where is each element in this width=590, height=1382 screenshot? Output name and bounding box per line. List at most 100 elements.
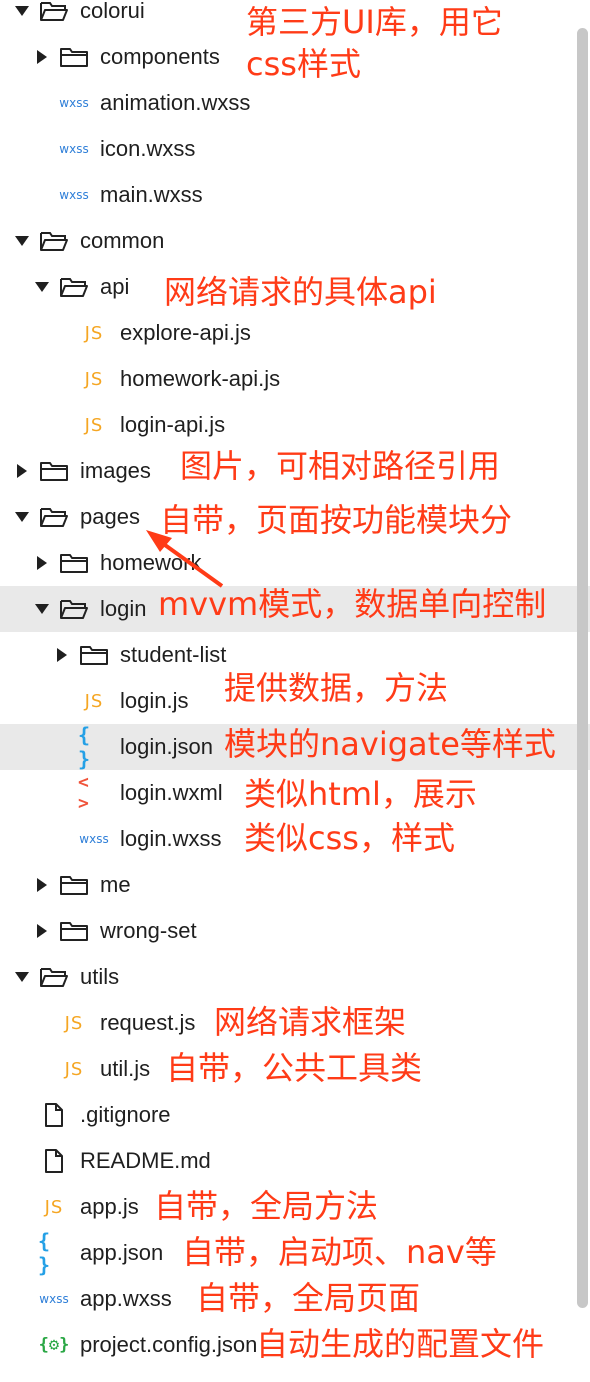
tree-item-label: wrong-set [100,918,197,943]
annotation-note: 类似html，展示 [244,775,477,813]
tree-item-label: request.js [100,1010,196,1035]
folder-open-icon [38,965,70,989]
tree-row-gitignore[interactable]: .gitignore [0,1092,590,1138]
folder-icon [78,643,110,667]
tree-item-label: app.wxss [80,1286,172,1311]
tree-item-label: api [100,274,130,299]
tree-item-label: login-api.js [120,412,226,437]
tree-item-label: components [100,44,220,69]
tree-row-wrong-set[interactable]: wrong-set [0,908,590,954]
chevron-right-icon[interactable] [52,645,72,665]
twisty-placeholder [52,415,72,435]
wxss-file-icon: wxss [39,1292,69,1306]
js-file-icon: JS [64,1058,84,1080]
wxss-file-icon: wxss [59,188,89,202]
tree-row-icon-wxss[interactable]: wxss icon.wxss [0,126,590,172]
tree-row-homework[interactable]: homework [0,540,590,586]
twisty-placeholder [52,829,72,849]
tree-row-utils[interactable]: utils [0,954,590,1000]
annotation-note: 类似css，样式 [244,819,455,857]
json-file-icon: { } [78,723,93,771]
tree-item-label: project.config.json [80,1332,258,1357]
folder-icon [38,459,70,483]
chevron-right-icon[interactable] [32,47,52,67]
scrollbar-thumb[interactable] [577,28,588,1308]
annotation-note: 自带，全局页面 [196,1279,421,1317]
wxss-file-icon: wxss [59,142,89,156]
js-file-icon: JS [84,690,104,712]
tree-item-label: icon.wxss [100,136,196,161]
tree-item-label: README.md [80,1148,211,1173]
folder-open-icon [58,275,90,299]
folder-open-icon [38,229,70,253]
tree-row-explore-api-js[interactable]: JS explore-api.js [0,310,590,356]
twisty-placeholder [32,93,52,113]
twisty-placeholder [52,737,72,757]
tree-item-label: utils [80,964,120,989]
js-file-icon: JS [64,1012,84,1034]
annotation-note: 自带，页面按功能模块分 [160,501,513,539]
js-file-icon: JS [44,1196,64,1218]
tree-item-label: images [80,458,151,483]
chevron-right-icon[interactable] [32,875,52,895]
js-file-icon: JS [84,414,104,436]
tree-item-label: animation.wxss [100,90,251,115]
annotation-note: 自带，启动项、nav等 [182,1233,497,1271]
annotation-note: 模块的navigate等样式 [224,725,556,763]
chevron-down-icon[interactable] [12,231,32,251]
chevron-down-icon[interactable] [32,277,52,297]
tree-item-label: login.wxss [120,826,222,851]
tree-row-login-api-js[interactable]: JS login-api.js [0,402,590,448]
file-icon [38,1103,70,1127]
tree-row-readme-md[interactable]: README.md [0,1138,590,1184]
chevron-down-icon[interactable] [32,599,52,619]
folder-icon [58,551,90,575]
annotation-note: 图片，可相对路径引用 [180,447,501,485]
twisty-placeholder [12,1335,32,1355]
twisty-placeholder [32,139,52,159]
twisty-placeholder [12,1105,32,1125]
file-icon [38,1149,70,1173]
tree-item-label: util.js [100,1056,151,1081]
twisty-placeholder [32,1013,52,1033]
tree-item-label: login.js [120,688,189,713]
twisty-placeholder [12,1243,32,1263]
annotation-note: mvvm模式，数据单向控制 [158,585,547,623]
tree-row-common[interactable]: common [0,218,590,264]
chevron-right-icon[interactable] [32,921,52,941]
chevron-down-icon[interactable] [12,1,32,21]
annotation-note: 自动生成的配置文件 [256,1325,545,1363]
folder-open-icon [38,505,70,529]
tree-item-label: login [100,596,147,621]
wxss-file-icon: wxss [79,832,109,846]
annotation-note: css样式 [246,45,361,83]
chevron-down-icon[interactable] [12,967,32,987]
annotation-note: 第三方UI库，用它 [246,3,503,41]
config-file-icon: {⚙} [38,1335,70,1355]
chevron-right-icon[interactable] [32,553,52,573]
twisty-placeholder [52,323,72,343]
tree-row-me[interactable]: me [0,862,590,908]
chevron-down-icon[interactable] [12,507,32,527]
twisty-placeholder [32,1059,52,1079]
tree-row-animation-wxss[interactable]: wxss animation.wxss [0,80,590,126]
tree-item-label: login.wxml [120,780,223,805]
annotation-note: 提供数据，方法 [224,669,449,707]
vertical-scrollbar[interactable] [574,28,590,1308]
annotation-note: 网络请求框架 [214,1003,407,1041]
tree-item-label: pages [80,504,140,529]
tree-item-label: explore-api.js [120,320,251,345]
twisty-placeholder [32,185,52,205]
tree-row-homework-api-js[interactable]: JS homework-api.js [0,356,590,402]
folder-icon [58,873,90,897]
annotation-note: 网络请求的具体api [164,273,437,311]
chevron-right-icon[interactable] [12,461,32,481]
wxss-file-icon: wxss [59,96,89,110]
twisty-placeholder [52,691,72,711]
tree-item-label: app.json [80,1240,164,1265]
tree-row-main-wxss[interactable]: wxss main.wxss [0,172,590,218]
annotation-note: 自带，公共工具类 [166,1049,423,1087]
js-file-icon: JS [84,322,104,344]
annotation-note: 自带，全局方法 [154,1187,379,1225]
twisty-placeholder [12,1151,32,1171]
